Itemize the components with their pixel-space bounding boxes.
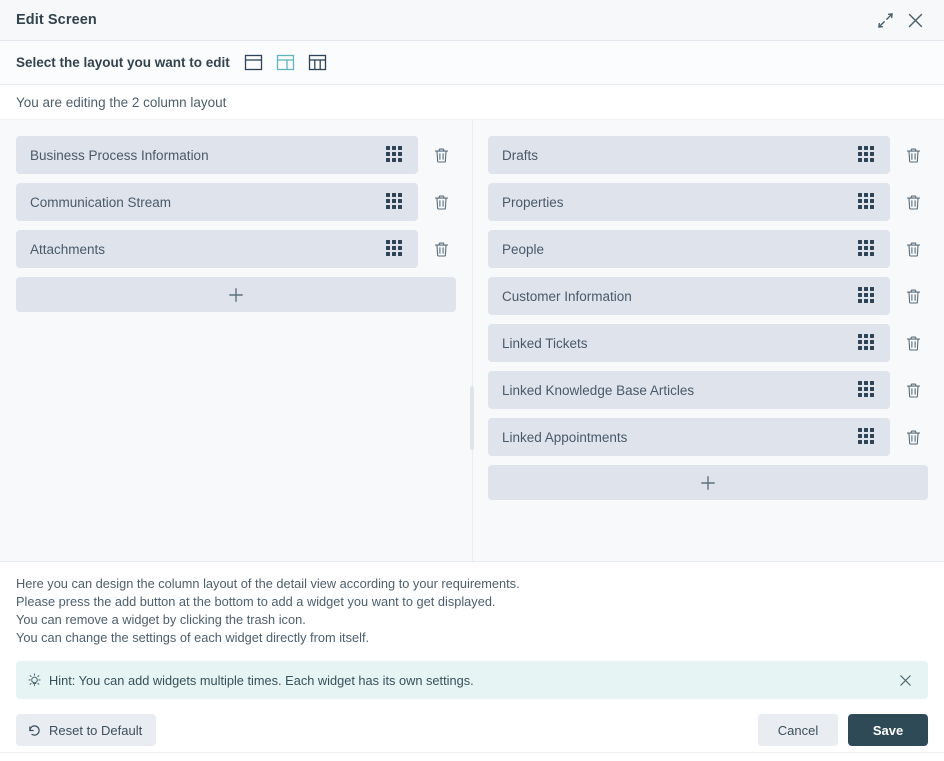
description-line-2: Please press the add button at the botto… — [16, 594, 496, 609]
delete-widget-button[interactable] — [898, 375, 928, 405]
edit-screen-dialog: Edit Screen Select the layout you want t… — [0, 0, 944, 761]
plus-icon — [229, 287, 243, 302]
drag-handle-icon[interactable] — [858, 146, 876, 164]
description-block: Here you can design the column layout of… — [0, 561, 944, 653]
save-button[interactable]: Save — [848, 714, 928, 746]
drag-handle-icon[interactable] — [858, 193, 876, 211]
delete-widget-button[interactable] — [898, 328, 928, 358]
delete-widget-button[interactable] — [426, 140, 456, 170]
widget-chip[interactable]: Linked Tickets — [488, 324, 890, 362]
one-column-layout-icon[interactable] — [244, 53, 264, 73]
trash-icon — [906, 289, 920, 304]
hint-close-icon[interactable] — [894, 669, 916, 691]
description-line-1: Here you can design the column layout of… — [16, 576, 520, 591]
trash-icon — [434, 242, 448, 257]
drag-handle-icon[interactable] — [386, 193, 404, 211]
dialog-footer: Reset to Default Cancel Save — [0, 699, 944, 761]
close-icon[interactable] — [900, 5, 930, 35]
widget-label: People — [502, 241, 545, 257]
widget-chip[interactable]: Linked Knowledge Base Articles — [488, 371, 890, 409]
widget-row: Attachments — [16, 230, 456, 268]
cancel-button[interactable]: Cancel — [758, 714, 838, 746]
widget-label: Business Process Information — [30, 147, 209, 163]
widget-label: Attachments — [30, 241, 106, 257]
trash-icon — [906, 336, 920, 351]
drag-handle-icon[interactable] — [858, 287, 876, 305]
widget-chip[interactable]: Customer Information — [488, 277, 890, 315]
editing-layout-text: You are editing the 2 column layout — [16, 94, 227, 110]
widget-row: Linked Knowledge Base Articles — [488, 371, 928, 409]
widget-label: Linked Knowledge Base Articles — [502, 382, 695, 398]
widget-chip[interactable]: Linked Appointments — [488, 418, 890, 456]
widget-row: Communication Stream — [16, 183, 456, 221]
layout-selector-label: Select the layout you want to edit — [16, 55, 230, 70]
collapse-arrows-icon[interactable] — [870, 5, 900, 35]
trash-icon — [906, 430, 920, 445]
trash-icon — [906, 383, 920, 398]
left-column-widget-list: Business Process Information Communicatio… — [16, 136, 456, 268]
delete-widget-button[interactable] — [426, 187, 456, 217]
trash-icon — [434, 195, 448, 210]
reset-to-default-label: Reset to Default — [49, 722, 143, 738]
widget-label: Customer Information — [502, 288, 632, 304]
drag-handle-icon[interactable] — [858, 381, 876, 399]
hint-text: Hint: You can add widgets multiple times… — [49, 672, 474, 688]
widget-chip[interactable]: Attachments — [16, 230, 418, 268]
widget-row: Properties — [488, 183, 928, 221]
widget-row: Drafts — [488, 136, 928, 174]
hint-banner: Hint: You can add widgets multiple times… — [16, 661, 928, 699]
layout-option-list — [244, 53, 328, 73]
widget-row: Business Process Information — [16, 136, 456, 174]
description-line-4: You can change the settings of each widg… — [16, 630, 370, 645]
undo-icon — [27, 723, 42, 738]
trash-icon — [434, 148, 448, 163]
plus-icon — [701, 475, 715, 490]
left-column: Business Process Information Communicatio… — [0, 136, 472, 561]
widget-label: Properties — [502, 194, 564, 210]
lightbulb-icon — [27, 672, 42, 688]
drag-handle-icon[interactable] — [386, 146, 404, 164]
drag-handle-icon[interactable] — [858, 334, 876, 352]
widget-chip[interactable]: Communication Stream — [16, 183, 418, 221]
delete-widget-button[interactable] — [898, 140, 928, 170]
description-line-3: You can remove a widget by clicking the … — [16, 612, 306, 627]
trash-icon — [906, 242, 920, 257]
three-column-layout-icon[interactable] — [308, 53, 328, 73]
layout-selector-bar: Select the layout you want to edit — [0, 41, 944, 85]
widget-chip[interactable]: Business Process Information — [16, 136, 418, 174]
delete-widget-button[interactable] — [898, 422, 928, 452]
right-column: Drafts Properties People Customer Informati… — [472, 136, 944, 561]
widget-chip[interactable]: Properties — [488, 183, 890, 221]
delete-widget-button[interactable] — [898, 281, 928, 311]
add-widget-button-right[interactable] — [488, 465, 928, 500]
delete-widget-button[interactable] — [898, 234, 928, 264]
two-column-layout-icon[interactable] — [276, 53, 296, 73]
dialog-title: Edit Screen — [16, 12, 97, 28]
widget-row: Customer Information — [488, 277, 928, 315]
widget-label: Communication Stream — [30, 194, 172, 210]
widget-chip[interactable]: People — [488, 230, 890, 268]
trash-icon — [906, 148, 920, 163]
dialog-titlebar: Edit Screen — [0, 0, 944, 41]
widget-label: Linked Appointments — [502, 429, 628, 445]
editing-layout-status: You are editing the 2 column layout — [0, 85, 944, 120]
widget-row: People — [488, 230, 928, 268]
footer-bottom-rule — [0, 752, 944, 753]
reset-to-default-button[interactable]: Reset to Default — [16, 714, 157, 746]
layout-canvas: Business Process Information Communicatio… — [0, 120, 944, 561]
drag-handle-icon[interactable] — [858, 428, 876, 446]
widget-chip[interactable]: Drafts — [488, 136, 890, 174]
drag-handle-icon[interactable] — [858, 240, 876, 258]
delete-widget-button[interactable] — [898, 187, 928, 217]
delete-widget-button[interactable] — [426, 234, 456, 264]
widget-label: Linked Tickets — [502, 335, 588, 351]
trash-icon — [906, 195, 920, 210]
add-widget-button-left[interactable] — [16, 277, 456, 312]
widget-label: Drafts — [502, 147, 539, 163]
drag-handle-icon[interactable] — [386, 240, 404, 258]
widget-row: Linked Tickets — [488, 324, 928, 362]
widget-row: Linked Appointments — [488, 418, 928, 456]
hint-wrapper: Hint: You can add widgets multiple times… — [0, 653, 944, 699]
right-column-widget-list: Drafts Properties People Customer Informati… — [488, 136, 928, 456]
